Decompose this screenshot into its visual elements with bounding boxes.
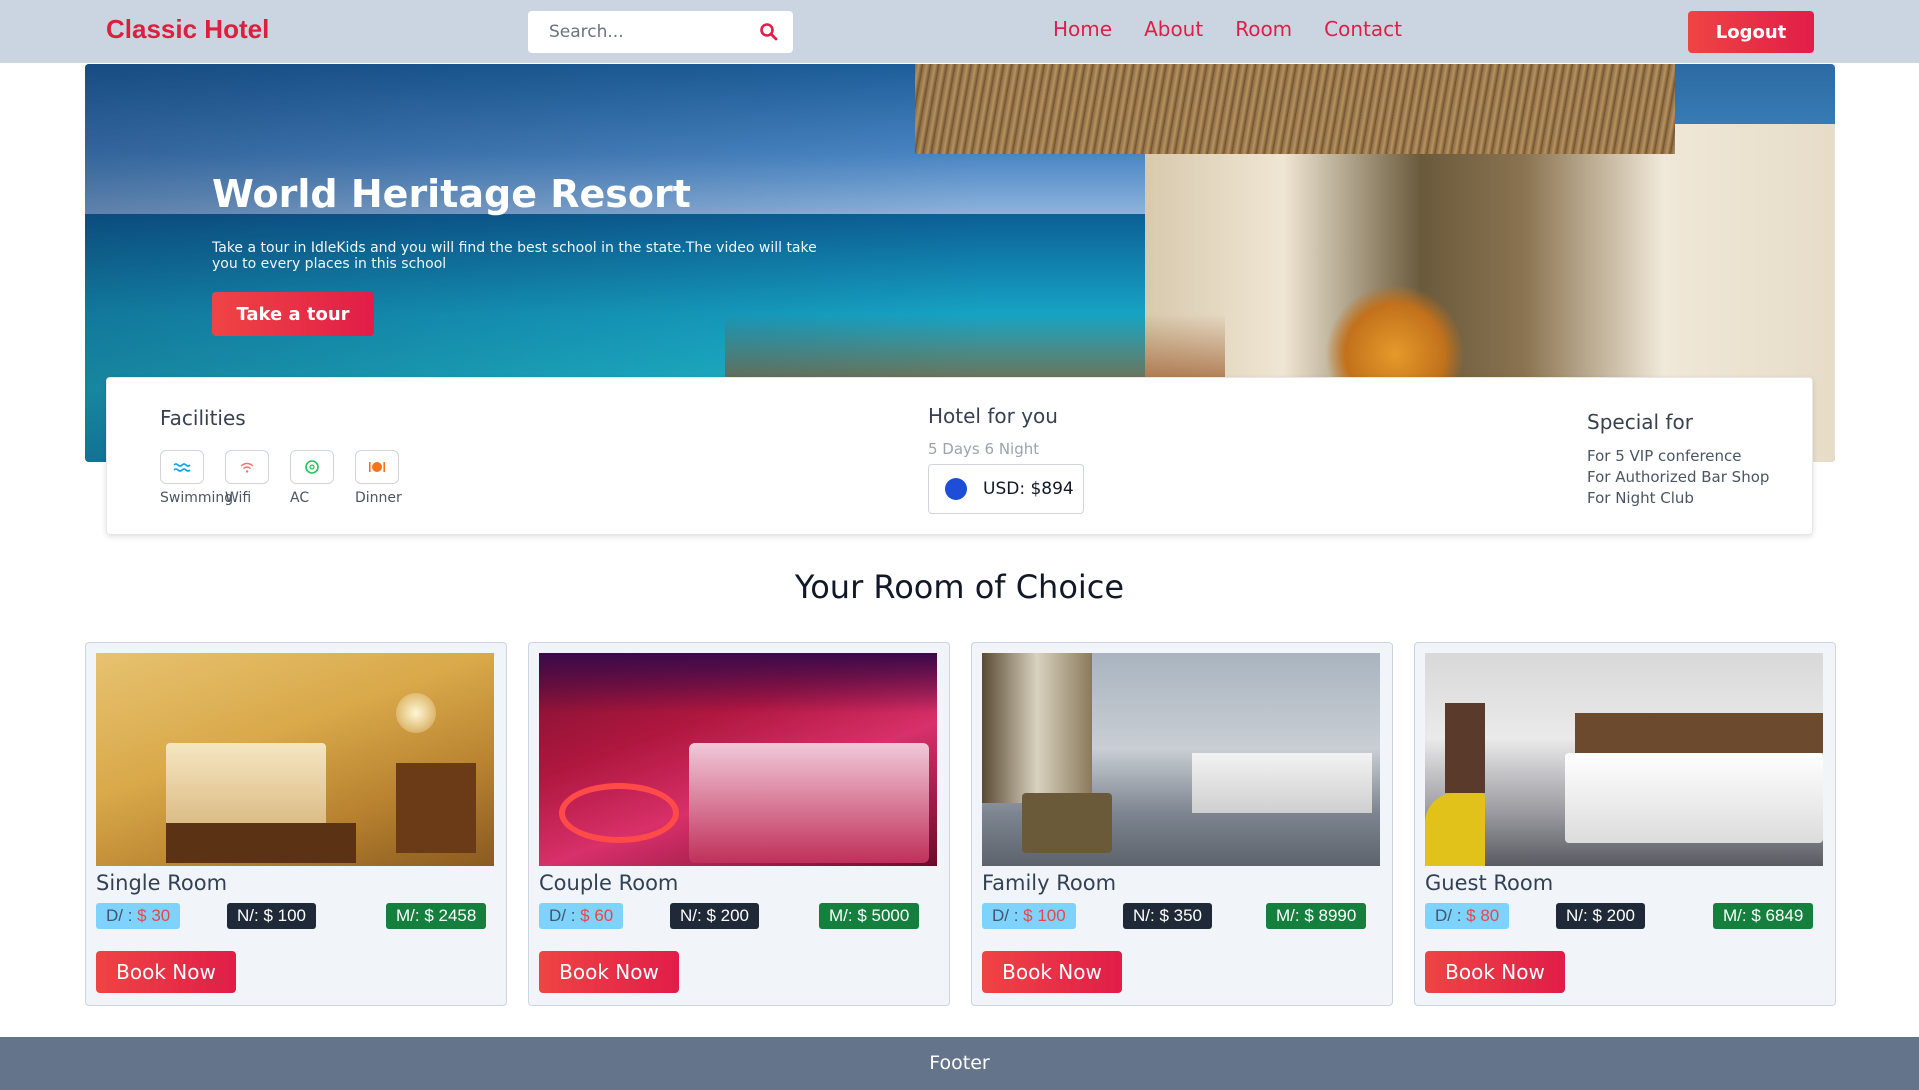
book-now-button[interactable]: Book Now — [1425, 951, 1565, 993]
rooms-section-title: Your Room of Choice — [794, 568, 1125, 606]
info-card: Facilities Swimming Wifi AC Dinner Hotel… — [106, 377, 1813, 535]
day-prefix: D/ : — [106, 906, 138, 925]
nav-links: Home About Room Contact — [1053, 17, 1434, 41]
month-price-badge: M/: $ 6849 — [1713, 903, 1814, 929]
room-card-guest: Guest Room D/ : $ 80 N/: $ 200 M/: $ 684… — [1414, 642, 1836, 1006]
hotel-for-you-duration: 5 Days 6 Night — [928, 440, 1040, 458]
facilities-title: Facilities — [160, 406, 246, 430]
night-price-badge: N/: $ 200 — [670, 903, 759, 929]
hero-thatch-roof — [915, 64, 1675, 154]
room-name: Family Room — [982, 871, 1117, 895]
room-image[interactable] — [982, 653, 1380, 866]
rooms-grid: Single Room D/ : $ 30 N/: $ 100 M/: $ 24… — [85, 642, 1836, 1006]
nav-link-about[interactable]: About — [1144, 17, 1203, 41]
special-item: For Night Club — [1587, 489, 1694, 507]
dinner-icon — [355, 450, 399, 484]
swimming-icon — [160, 450, 204, 484]
facility-item: AC — [290, 450, 355, 506]
search-icon[interactable] — [759, 22, 779, 42]
brand-logo[interactable]: Classic Hotel — [106, 14, 269, 45]
logout-button[interactable]: Logout — [1688, 11, 1814, 53]
room-card-family: Family Room D/ : $ 100 N/: $ 350 M/: $ 8… — [971, 642, 1393, 1006]
room-image[interactable] — [539, 653, 937, 866]
hero-title: World Heritage Resort — [212, 172, 691, 216]
facility-label: AC — [290, 490, 310, 506]
take-tour-button[interactable]: Take a tour — [212, 292, 374, 336]
room-card-single: Single Room D/ : $ 30 N/: $ 100 M/: $ 24… — [85, 642, 507, 1006]
month-price-badge: M/: $ 5000 — [819, 903, 920, 929]
price-text: USD: $894 — [983, 479, 1074, 499]
search-box — [528, 11, 793, 53]
price-box: USD: $894 — [928, 464, 1084, 514]
day-price: $ 100 — [1023, 906, 1066, 925]
facility-item: Wifi — [225, 450, 290, 506]
day-price-badge: D/ : $ 30 — [96, 903, 181, 929]
facility-item: Dinner — [355, 450, 420, 506]
ac-icon — [290, 450, 334, 484]
room-image[interactable] — [1425, 653, 1823, 866]
day-price: $ 30 — [137, 906, 171, 925]
special-for-list: For 5 VIP conference For Authorized Bar … — [1587, 446, 1769, 509]
wifi-icon — [225, 450, 269, 484]
night-price-badge: N/: $ 200 — [1556, 903, 1645, 929]
nav-link-contact[interactable]: Contact — [1324, 17, 1402, 41]
special-item: For 5 VIP conference — [1587, 447, 1742, 465]
day-price-badge: D/ : $ 100 — [982, 903, 1076, 929]
special-for-title: Special for — [1587, 410, 1693, 434]
day-prefix: D/ : — [992, 906, 1024, 925]
room-name: Couple Room — [539, 871, 679, 895]
book-now-button[interactable]: Book Now — [539, 951, 679, 993]
navbar: Classic Hotel Home About Room Contact Lo… — [0, 0, 1919, 63]
day-price: $ 80 — [1466, 906, 1500, 925]
nav-link-home[interactable]: Home — [1053, 17, 1112, 41]
day-price-badge: D/ : $ 60 — [539, 903, 624, 929]
day-price-badge: D/ : $ 80 — [1425, 903, 1510, 929]
day-price: $ 60 — [580, 906, 614, 925]
room-card-couple: Couple Room D/ : $ 60 N/: $ 200 M/: $ 50… — [528, 642, 950, 1006]
search-input[interactable] — [528, 11, 738, 53]
day-prefix: D/ : — [549, 906, 581, 925]
nav-link-room[interactable]: Room — [1235, 17, 1292, 41]
room-image[interactable] — [96, 653, 494, 866]
room-name: Single Room — [96, 871, 228, 895]
month-price-badge: M/: $ 2458 — [386, 903, 487, 929]
hotel-for-you-title: Hotel for you — [928, 404, 1058, 428]
facility-item: Swimming — [160, 450, 233, 506]
night-price-badge: N/: $ 350 — [1123, 903, 1212, 929]
facility-label: Dinner — [355, 490, 402, 506]
month-price-badge: M/: $ 8990 — [1266, 903, 1367, 929]
day-prefix: D/ : — [1435, 906, 1467, 925]
night-price-badge: N/: $ 100 — [227, 903, 316, 929]
footer: Footer — [0, 1037, 1919, 1090]
book-now-button[interactable]: Book Now — [982, 951, 1122, 993]
room-name: Guest Room — [1425, 871, 1554, 895]
special-item: For Authorized Bar Shop — [1587, 468, 1770, 486]
price-dot-icon — [945, 478, 967, 500]
facility-label: Swimming — [160, 490, 234, 506]
facilities-list: Swimming Wifi AC Dinner — [160, 450, 420, 506]
facility-label: Wifi — [225, 490, 252, 506]
book-now-button[interactable]: Book Now — [96, 951, 236, 993]
hero-description: Take a tour in IdleKids and you will fin… — [212, 240, 817, 272]
